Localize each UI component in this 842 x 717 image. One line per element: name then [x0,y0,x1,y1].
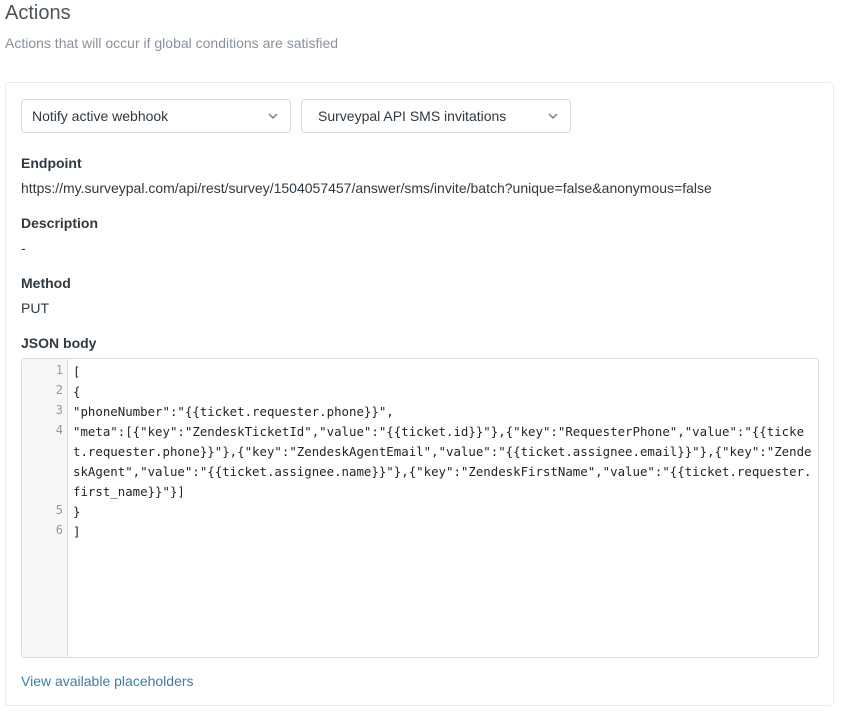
code-line: ] [73,524,81,539]
line-number: 4 [55,423,63,437]
endpoint-label: Endpoint [21,155,82,171]
description-label: Description [21,215,99,231]
webhook-select-value: Surveypal API SMS invitations [318,108,507,124]
chevron-down-icon [268,111,278,121]
code-line: { [73,384,81,399]
code-line: } [73,504,81,519]
line-number: 6 [55,523,63,537]
description-value: - [21,240,26,256]
line-number: 1 [55,363,63,377]
code-line: [ [73,364,81,379]
json-body-label: JSON body [21,335,97,351]
method-label: Method [21,275,71,291]
action-type-select[interactable]: Notify active webhook [21,99,291,133]
method-value: PUT [21,300,49,316]
section-subtitle: Actions that will occur if global condit… [5,35,339,51]
line-number-gutter: 1 2 3 4 5 6 [22,359,68,657]
line-number: 2 [55,383,63,397]
code-line: "meta":[{"key":"ZendeskTicketId","value"… [73,424,812,499]
actions-panel: Actions Actions that will occur if globa… [0,0,842,717]
endpoint-value: https://my.surveypal.com/api/rest/survey… [21,180,712,196]
action-type-select-value: Notify active webhook [32,108,169,124]
action-card: Notify active webhook Surveypal API SMS … [5,82,834,706]
code-line: "phoneNumber":"{{ticket.requester.phone}… [73,404,394,419]
webhook-select[interactable]: Surveypal API SMS invitations [301,99,571,133]
json-body-editor[interactable]: 1 2 3 4 5 6 [ { "phoneNumber":"{{ticket.… [21,358,819,658]
chevron-down-icon [548,111,558,121]
line-number: 5 [55,503,63,517]
view-placeholders-link[interactable]: View available placeholders [21,673,194,689]
line-number: 3 [55,403,63,417]
section-title: Actions [5,2,71,24]
